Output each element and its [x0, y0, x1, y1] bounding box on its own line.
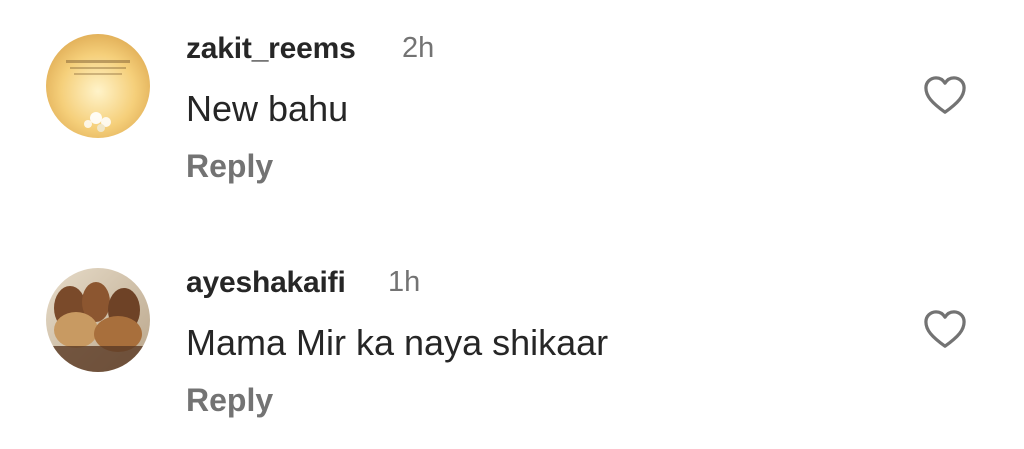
- comment-username[interactable]: zakit_reems: [186, 32, 356, 66]
- avatar[interactable]: [46, 268, 150, 372]
- comment-item: zakit_reems 2h New bahu Reply: [0, 24, 1024, 214]
- avatar[interactable]: [46, 34, 150, 138]
- reply-button[interactable]: Reply: [186, 382, 273, 419]
- comment-timestamp: 2h: [402, 32, 435, 64]
- comment-username[interactable]: ayeshakaifi: [186, 266, 346, 300]
- comment-item: ayeshakaifi 1h Mama Mir ka naya shikaar …: [0, 258, 1024, 448]
- heart-outline-icon[interactable]: [922, 74, 968, 116]
- comment-text: New bahu: [186, 88, 349, 129]
- avatar-image: [46, 34, 150, 138]
- comment-text: Mama Mir ka naya shikaar: [186, 322, 609, 363]
- heart-outline-icon[interactable]: [922, 308, 968, 350]
- reply-button[interactable]: Reply: [186, 148, 273, 185]
- comment-timestamp: 1h: [388, 266, 421, 298]
- avatar-image: [46, 268, 150, 372]
